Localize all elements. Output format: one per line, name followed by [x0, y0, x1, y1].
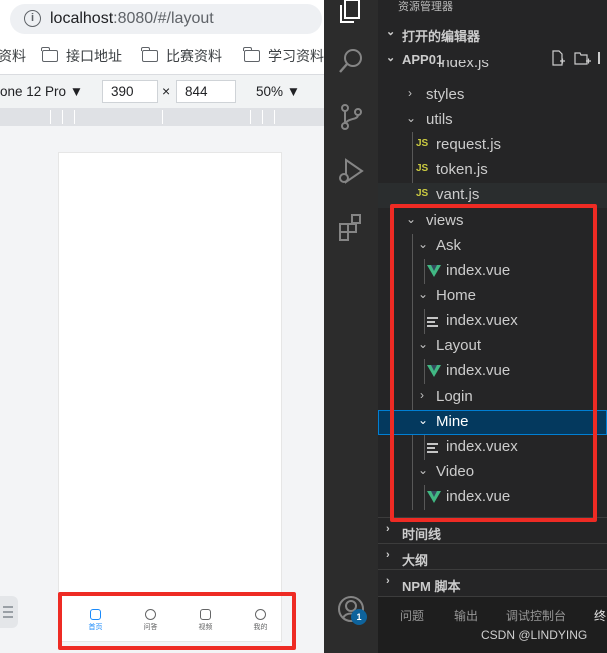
notification-badge: 1: [351, 609, 367, 625]
device-viewport: [0, 126, 324, 653]
explorer-title: 资源管理器: [398, 1, 453, 13]
bookmark-item[interactable]: 学习资料: [243, 46, 324, 66]
folder-icon: [243, 47, 260, 62]
tree-folder-utils[interactable]: ⌄ utils: [378, 108, 607, 133]
vscode-window: 1 资源管理器 ⌄ 打开的编辑器 ⌄ APP01 index.js › styles …: [324, 0, 607, 653]
folder-icon: [41, 47, 58, 62]
extensions-icon[interactable]: [336, 212, 366, 242]
chevron-down-icon: ⌄: [386, 26, 396, 38]
js-file-icon: JS: [416, 163, 429, 174]
chevron-down-icon: ⌄: [406, 111, 417, 125]
info-icon[interactable]: i: [24, 10, 41, 27]
files-icon[interactable]: [336, 0, 366, 26]
activity-bar: 1: [324, 0, 378, 653]
tab-debug-console[interactable]: 调试控制台: [506, 607, 566, 624]
bookmark-item[interactable]: 比赛资料: [141, 46, 222, 66]
bookmark-item[interactable]: 资料: [0, 46, 26, 66]
height-input[interactable]: 844: [176, 80, 236, 103]
address-bar[interactable]: i localhost:8080/#/layout: [10, 4, 322, 34]
tab-problems[interactable]: 问题: [400, 607, 424, 624]
phone-screen: [58, 152, 282, 642]
device-toolbar: one 12 Pro ▼ 390 × 844 50% ▼: [0, 74, 324, 108]
chevron-right-icon: ›: [408, 86, 412, 100]
width-input[interactable]: 390: [102, 80, 158, 103]
tree-file-request[interactable]: JS request.js: [378, 133, 607, 158]
watermark: CSDN @LINDYING: [481, 628, 588, 642]
media-query-bar[interactable]: [0, 108, 324, 126]
tree-folder-styles[interactable]: › styles: [378, 83, 607, 108]
highlight-box: [58, 592, 296, 650]
chevron-right-icon: ›: [386, 523, 390, 535]
search-icon[interactable]: [336, 46, 366, 76]
device-select[interactable]: one 12 Pro ▼: [0, 84, 83, 99]
tab-terminal[interactable]: 终: [594, 607, 606, 624]
bookmarks-bar: 资料 接口地址 比赛资料 学习资料: [0, 40, 324, 68]
url-text[interactable]: localhost:8080/#/layout: [50, 10, 214, 28]
bookmark-item[interactable]: 接口地址: [41, 46, 122, 66]
menu-icon[interactable]: [0, 596, 18, 628]
chevron-right-icon: ›: [386, 549, 390, 561]
js-file-icon: JS: [416, 138, 429, 149]
chevron-right-icon: ›: [386, 575, 390, 587]
npm-scripts-section[interactable]: › NPM 脚本: [378, 569, 607, 595]
zoom-select[interactable]: 50% ▼: [256, 84, 300, 99]
folder-icon: [141, 47, 158, 62]
bottom-panel: 问题 输出 调试控制台 终: [378, 596, 607, 653]
open-editors-header[interactable]: ⌄ 打开的编辑器: [378, 20, 607, 46]
highlight-box: [390, 204, 597, 522]
tab-output[interactable]: 输出: [454, 607, 478, 624]
tree-file-token[interactable]: JS token.js: [378, 158, 607, 183]
browser-window: i localhost:8080/#/layout 资料 接口地址 比赛资料 学…: [0, 0, 324, 653]
tree-item-index-js[interactable]: index.js: [378, 60, 607, 78]
run-debug-icon[interactable]: [336, 156, 366, 186]
outline-section[interactable]: › 大纲: [378, 543, 607, 569]
dimension-separator: ×: [162, 83, 171, 99]
source-control-icon[interactable]: [336, 102, 366, 132]
js-file-icon: JS: [416, 188, 429, 199]
